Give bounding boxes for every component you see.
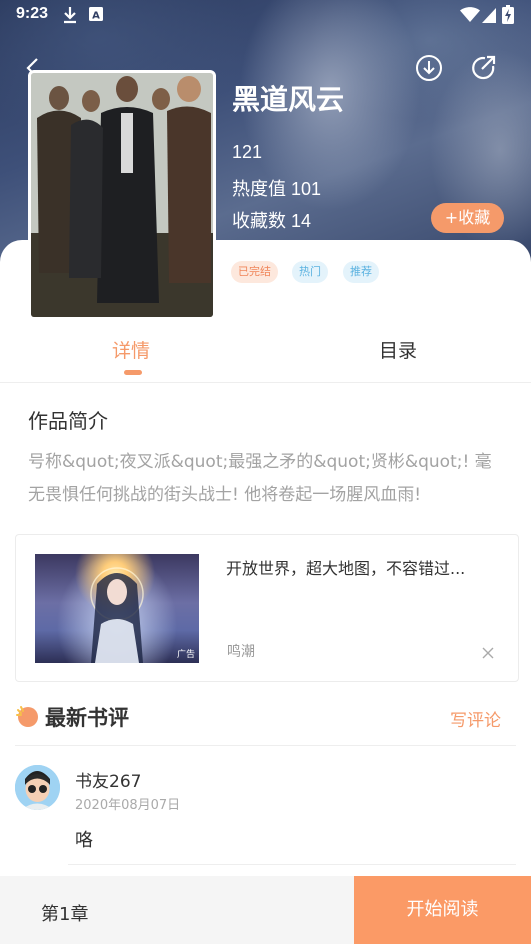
share-button[interactable] — [469, 54, 497, 82]
status-time: 9:23 — [16, 5, 49, 22]
heat-value: 热度值 101 — [232, 179, 322, 199]
share-icon — [469, 55, 497, 86]
start-reading-button[interactable]: 开始阅读 — [354, 876, 531, 944]
review-date: 2020年08月07日 — [75, 798, 181, 813]
ad-image[interactable]: 广告 — [35, 554, 199, 663]
tag-hot[interactable]: 热门 — [292, 261, 328, 283]
review-text: 咯 — [75, 830, 93, 851]
wifi-icon — [460, 7, 480, 27]
avatar[interactable] — [15, 765, 60, 810]
synopsis-title: 作品简介 — [28, 409, 108, 433]
tab-indicator — [124, 370, 142, 375]
ad-badge: 广告 — [176, 650, 195, 660]
tab-catalog[interactable]: 目录 — [379, 336, 417, 363]
chapter-label: 第1章 — [41, 904, 89, 925]
bottom-bar: 第1章 开始阅读 — [0, 876, 531, 944]
battery-icon — [502, 5, 514, 28]
ad-title[interactable]: 开放世界，超大地图，不容错过... — [226, 555, 496, 579]
reviews-title: 最新书评 — [45, 706, 129, 730]
add-favorite-button[interactable]: +收藏 — [431, 203, 504, 233]
a-icon: A — [89, 6, 103, 26]
tabs-divider — [0, 382, 531, 383]
synopsis-text: 号称&quot;夜叉派&quot;最强之矛的&quot;贤彬&quot;! 毫无… — [28, 452, 492, 505]
chapter-button[interactable]: 第1章 — [0, 876, 354, 944]
reviews-icon — [15, 704, 39, 728]
download-button[interactable] — [415, 54, 443, 82]
signal-icon — [482, 7, 496, 27]
ad-source: 鸣潮 — [227, 644, 255, 660]
svg-text:A: A — [92, 11, 100, 22]
reviewer-name: 书友267 — [75, 772, 142, 792]
ad-card[interactable]: 广告 开放世界，超大地图，不容错过... 鸣潮 — [15, 534, 519, 682]
tag-completed[interactable]: 已完结 — [231, 261, 278, 283]
review-divider — [68, 864, 516, 865]
book-title: 黑道风云 — [232, 83, 345, 116]
write-review-button[interactable]: 写评论 — [450, 706, 501, 731]
download-icon — [62, 6, 78, 28]
book-number: 121 — [232, 142, 263, 162]
cover-illustration — [31, 73, 213, 317]
ad-close-button[interactable] — [482, 644, 494, 659]
tab-details[interactable]: 详情 — [112, 336, 150, 363]
book-cover[interactable] — [28, 70, 216, 320]
close-icon — [482, 644, 494, 663]
favorite-count: 收藏数 14 — [232, 211, 312, 231]
reviews-divider — [15, 745, 516, 746]
status-bar: 9:23 A — [0, 0, 531, 32]
download-circle-icon — [415, 55, 443, 86]
tag-recommended[interactable]: 推荐 — [343, 261, 379, 283]
